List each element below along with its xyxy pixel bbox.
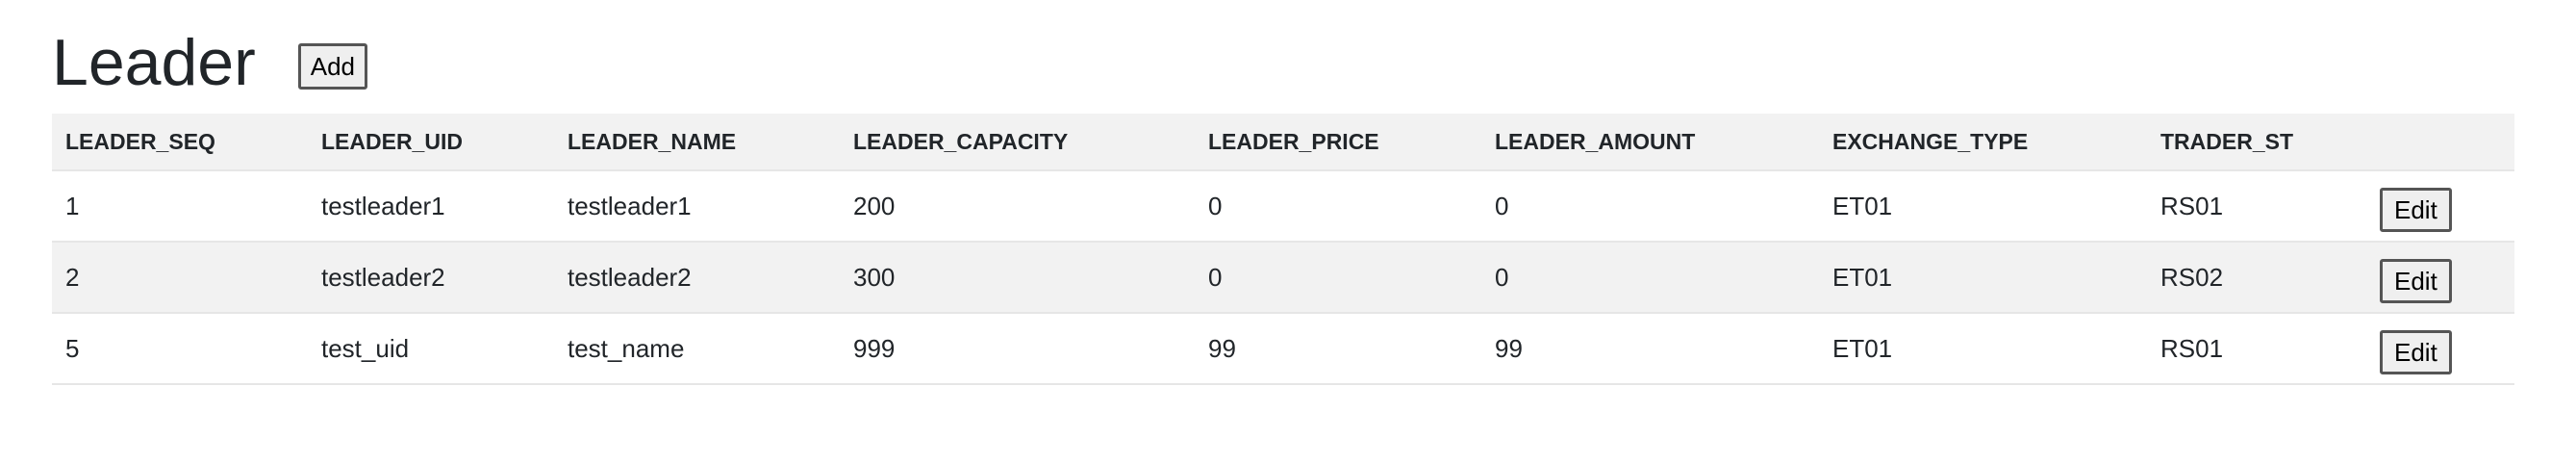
column-header-trader-st: TRADER_ST [2147,114,2366,171]
column-header-leader-uid: LEADER_UID [308,114,554,171]
cell-leader-seq: 1 [52,170,308,243]
cell-leader-price: 99 [1195,313,1481,385]
cell-leader-name: test_name [554,313,840,385]
cell-actions: Edit [2366,170,2514,243]
cell-actions: Edit [2366,242,2514,314]
cell-leader-seq: 5 [52,313,308,385]
cell-leader-price: 0 [1195,170,1481,243]
cell-leader-capacity: 200 [840,170,1195,243]
page-header: Leader Add [52,21,368,104]
cell-actions: Edit [2366,313,2514,385]
cell-leader-price: 0 [1195,242,1481,314]
column-header-actions [2366,114,2514,171]
cell-leader-name: testleader2 [554,242,840,314]
add-button[interactable]: Add [297,43,368,90]
table-row: 5 test_uid test_name 999 99 99 ET01 RS01… [52,313,2514,385]
leader-table: LEADER_SEQ LEADER_UID LEADER_NAME LEADER… [52,114,2514,385]
cell-trader-st: RS01 [2147,170,2366,243]
table-header-row: LEADER_SEQ LEADER_UID LEADER_NAME LEADER… [52,114,2514,171]
cell-leader-seq: 2 [52,242,308,314]
page-title: Leader [52,26,256,99]
column-header-leader-seq: LEADER_SEQ [52,114,308,171]
cell-leader-capacity: 999 [840,313,1195,385]
edit-button[interactable]: Edit [2380,259,2452,303]
cell-leader-name: testleader1 [554,170,840,243]
cell-leader-amount: 99 [1481,313,1819,385]
cell-leader-amount: 0 [1481,242,1819,314]
column-header-exchange-type: EXCHANGE_TYPE [1819,114,2147,171]
edit-button[interactable]: Edit [2380,188,2452,232]
cell-leader-amount: 0 [1481,170,1819,243]
column-header-leader-amount: LEADER_AMOUNT [1481,114,1819,171]
column-header-leader-price: LEADER_PRICE [1195,114,1481,171]
cell-trader-st: RS02 [2147,242,2366,314]
cell-leader-uid: testleader1 [308,170,554,243]
table-row: 1 testleader1 testleader1 200 0 0 ET01 R… [52,170,2514,243]
cell-leader-uid: test_uid [308,313,554,385]
cell-exchange-type: ET01 [1819,170,2147,243]
column-header-leader-name: LEADER_NAME [554,114,840,171]
table-header: LEADER_SEQ LEADER_UID LEADER_NAME LEADER… [52,114,2514,171]
cell-exchange-type: ET01 [1819,313,2147,385]
edit-button[interactable]: Edit [2380,330,2452,374]
cell-trader-st: RS01 [2147,313,2366,385]
page: Leader Add LEADER_SEQ LEADER_UID LEADER_… [0,0,2576,464]
table-row: 2 testleader2 testleader2 300 0 0 ET01 R… [52,242,2514,314]
cell-leader-uid: testleader2 [308,242,554,314]
cell-leader-capacity: 300 [840,242,1195,314]
cell-exchange-type: ET01 [1819,242,2147,314]
column-header-leader-capacity: LEADER_CAPACITY [840,114,1195,171]
table-body: 1 testleader1 testleader1 200 0 0 ET01 R… [52,170,2514,385]
